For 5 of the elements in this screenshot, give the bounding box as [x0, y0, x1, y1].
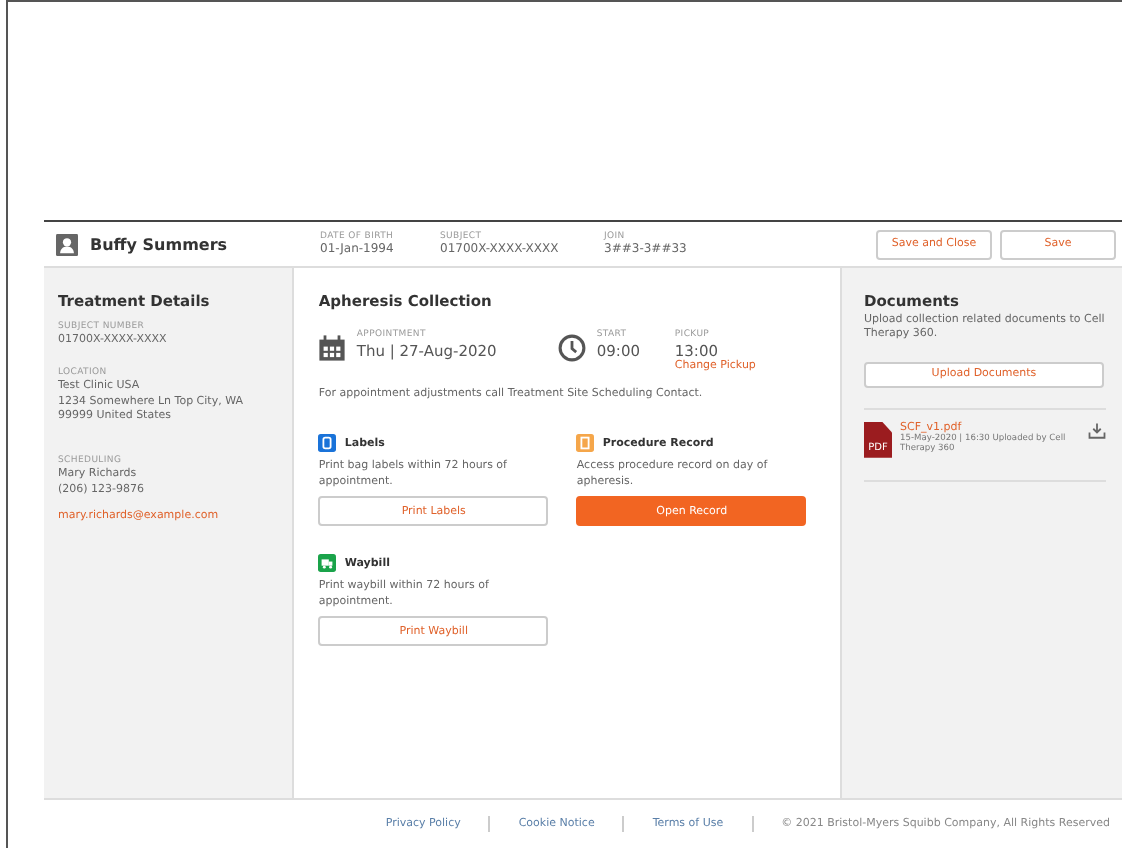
user-avatar-icon [56, 233, 78, 255]
patient-name: Buffy Summers [90, 235, 230, 253]
clock-icon [558, 334, 587, 362]
calendar-icon [318, 334, 347, 362]
download-icon[interactable] [1088, 421, 1106, 440]
